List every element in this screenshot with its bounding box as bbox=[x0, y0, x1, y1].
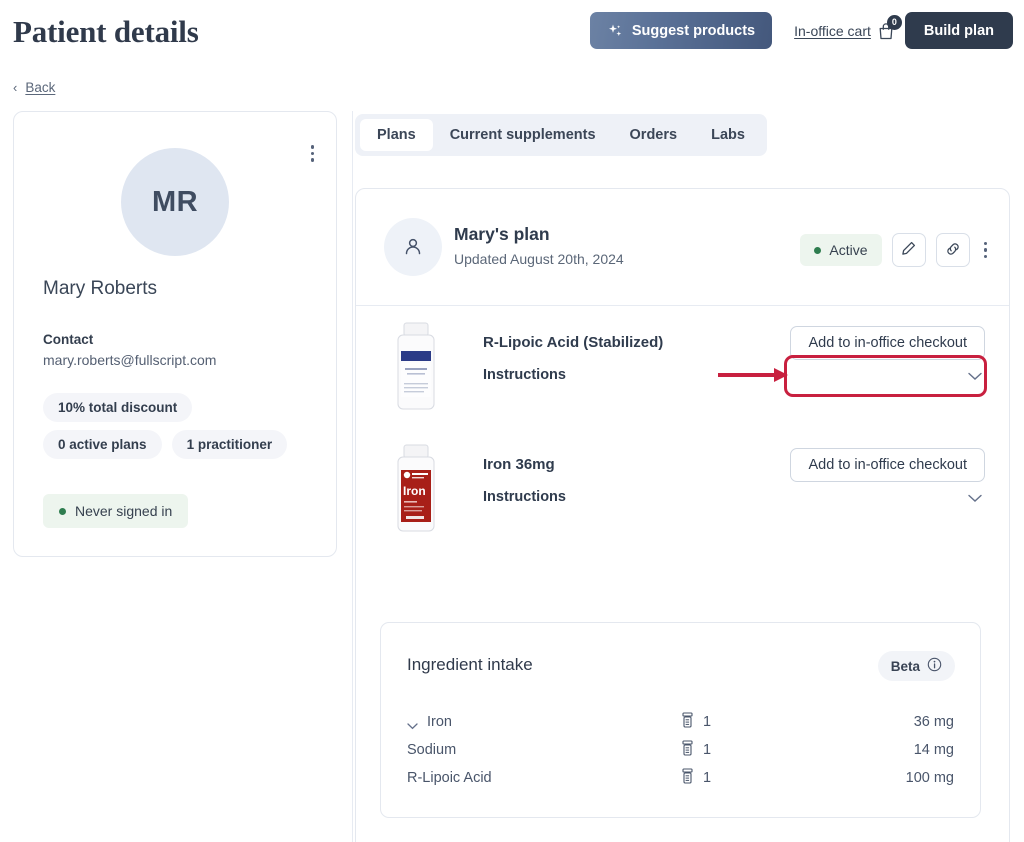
ingredient-amount: 36 mg bbox=[913, 713, 954, 730]
plan-status-badge: Active bbox=[800, 234, 882, 266]
chevron-down-icon[interactable] bbox=[968, 490, 982, 502]
patient-card-menu-icon[interactable] bbox=[310, 145, 314, 162]
status-badge: Never signed in bbox=[43, 494, 189, 528]
plan-status-label: Active bbox=[829, 242, 868, 258]
ingredient-name: Sodium bbox=[407, 741, 457, 758]
pill-bottle-icon bbox=[681, 767, 694, 788]
ingredient-intake-panel: Ingredient intake Beta Iron 1 36 mg Sodi… bbox=[380, 622, 981, 818]
add-to-in-office-checkout-button[interactable]: Add to in-office checkout bbox=[790, 326, 985, 360]
ingredient-amount: 14 mg bbox=[913, 741, 954, 758]
suggest-products-button[interactable]: Suggest products bbox=[589, 12, 773, 49]
ingredient-name-cell: Sodium bbox=[407, 742, 456, 758]
tab-labs[interactable]: Labs bbox=[694, 119, 762, 151]
product-row: R-Lipoic Acid (Stabilized) Instructions … bbox=[356, 306, 1009, 428]
patient-card: MR Mary Roberts Contact mary.roberts@ful… bbox=[13, 111, 337, 557]
ingredient-count: 1 bbox=[703, 741, 712, 758]
status-label: Never signed in bbox=[75, 503, 173, 519]
status-dot-icon bbox=[59, 507, 66, 515]
ingredient-count: 1 bbox=[703, 769, 712, 786]
cart-count-badge: 0 bbox=[886, 14, 902, 30]
product-name: R-Lipoic Acid (Stabilized) bbox=[483, 334, 664, 351]
tab-plans[interactable]: Plans bbox=[360, 119, 433, 151]
contact-label: Contact bbox=[43, 332, 94, 347]
beta-badge[interactable]: Beta bbox=[877, 651, 955, 681]
info-icon bbox=[927, 657, 942, 675]
sparkle-icon bbox=[607, 23, 623, 39]
patient-badges-row-1: 10% total discount bbox=[43, 393, 193, 422]
pill-bottle-icon bbox=[681, 739, 694, 760]
plan-updated-date: Updated August 20th, 2024 bbox=[454, 251, 624, 267]
back-link[interactable]: ‹ Back bbox=[13, 80, 55, 95]
ingredient-rows: Iron 1 36 mg Sodium 1 14 mg R-Lipoic Aci… bbox=[381, 709, 980, 793]
tab-bar: Plans Current supplements Orders Labs bbox=[355, 114, 767, 156]
ingredient-name: Iron bbox=[427, 713, 452, 730]
in-office-cart-link[interactable]: In-office cart 0 bbox=[794, 14, 902, 41]
header-actions: Suggest products In-office cart 0 Build … bbox=[589, 12, 1013, 49]
badge-total-discount: 10% total discount bbox=[43, 393, 193, 422]
ingredient-row: R-Lipoic Acid 1 100 mg bbox=[381, 765, 980, 790]
plan-title: Mary's plan bbox=[454, 224, 550, 244]
ingredient-name-cell[interactable]: Iron bbox=[407, 714, 452, 730]
plan-status-dot-icon bbox=[814, 246, 822, 254]
beta-label: Beta bbox=[890, 658, 920, 674]
cart-icon: 0 bbox=[877, 14, 902, 41]
product-image-iron: Iron bbox=[388, 442, 444, 534]
patient-name: Mary Roberts bbox=[43, 278, 158, 299]
plan-header: Mary's plan Updated August 20th, 2024 Ac… bbox=[356, 189, 1009, 306]
ingredient-name: R-Lipoic Acid bbox=[407, 769, 492, 786]
ingredient-name-cell: R-Lipoic Acid bbox=[407, 770, 492, 786]
contact-email: mary.roberts@fullscript.com bbox=[43, 352, 217, 368]
ingredient-count-cell: 1 bbox=[681, 739, 712, 760]
tab-current-supplements[interactable]: Current supplements bbox=[433, 119, 613, 151]
product-name: Iron 36mg bbox=[483, 456, 555, 473]
in-office-cart-label: In-office cart bbox=[794, 22, 871, 39]
pencil-icon bbox=[900, 240, 917, 260]
chevron-left-icon: ‹ bbox=[13, 80, 18, 95]
ingredient-count: 1 bbox=[703, 713, 712, 730]
ingredient-row: Sodium 1 14 mg bbox=[381, 737, 980, 762]
product-row: Iron Iron 36mg Instructions Add to in-of… bbox=[356, 428, 1009, 550]
badge-active-plans: 0 active plans bbox=[43, 430, 162, 459]
ingredient-count-cell: 1 bbox=[681, 767, 712, 788]
ingredient-amount: 100 mg bbox=[905, 769, 954, 786]
vertical-divider bbox=[352, 111, 353, 842]
person-icon bbox=[384, 218, 442, 276]
add-to-in-office-checkout-button[interactable]: Add to in-office checkout bbox=[790, 448, 985, 482]
suggest-products-label: Suggest products bbox=[631, 22, 756, 39]
pill-bottle-icon bbox=[681, 711, 694, 732]
instructions-label: Instructions bbox=[483, 489, 566, 505]
ingredient-count-cell: 1 bbox=[681, 711, 712, 732]
page-title: Patient details bbox=[13, 14, 199, 49]
badge-practitioner: 1 practitioner bbox=[171, 430, 288, 459]
plan-card: Mary's plan Updated August 20th, 2024 Ac… bbox=[355, 188, 1010, 842]
avatar: MR bbox=[121, 148, 229, 256]
ingredient-row: Iron 1 36 mg bbox=[381, 709, 980, 734]
svg-text:Iron: Iron bbox=[403, 484, 426, 498]
edit-plan-button[interactable] bbox=[891, 233, 926, 267]
instructions-label: Instructions bbox=[483, 367, 566, 383]
tab-orders[interactable]: Orders bbox=[613, 119, 695, 151]
plan-menu-icon[interactable] bbox=[983, 241, 987, 259]
patient-details-page: Patient details Suggest products In-offi… bbox=[0, 0, 1024, 842]
chevron-down-icon[interactable] bbox=[407, 718, 418, 730]
ingredient-intake-title: Ingredient intake bbox=[407, 655, 533, 674]
link-icon bbox=[944, 240, 962, 261]
build-plan-button[interactable]: Build plan bbox=[904, 12, 1013, 49]
copy-link-button[interactable] bbox=[935, 233, 970, 267]
patient-badges-row-2: 0 active plans 1 practitioner bbox=[43, 430, 288, 459]
product-image-r-lipoic-acid bbox=[388, 320, 444, 412]
plan-actions: Active bbox=[800, 233, 987, 267]
back-label: Back bbox=[25, 80, 56, 95]
chevron-down-icon[interactable] bbox=[968, 368, 982, 380]
